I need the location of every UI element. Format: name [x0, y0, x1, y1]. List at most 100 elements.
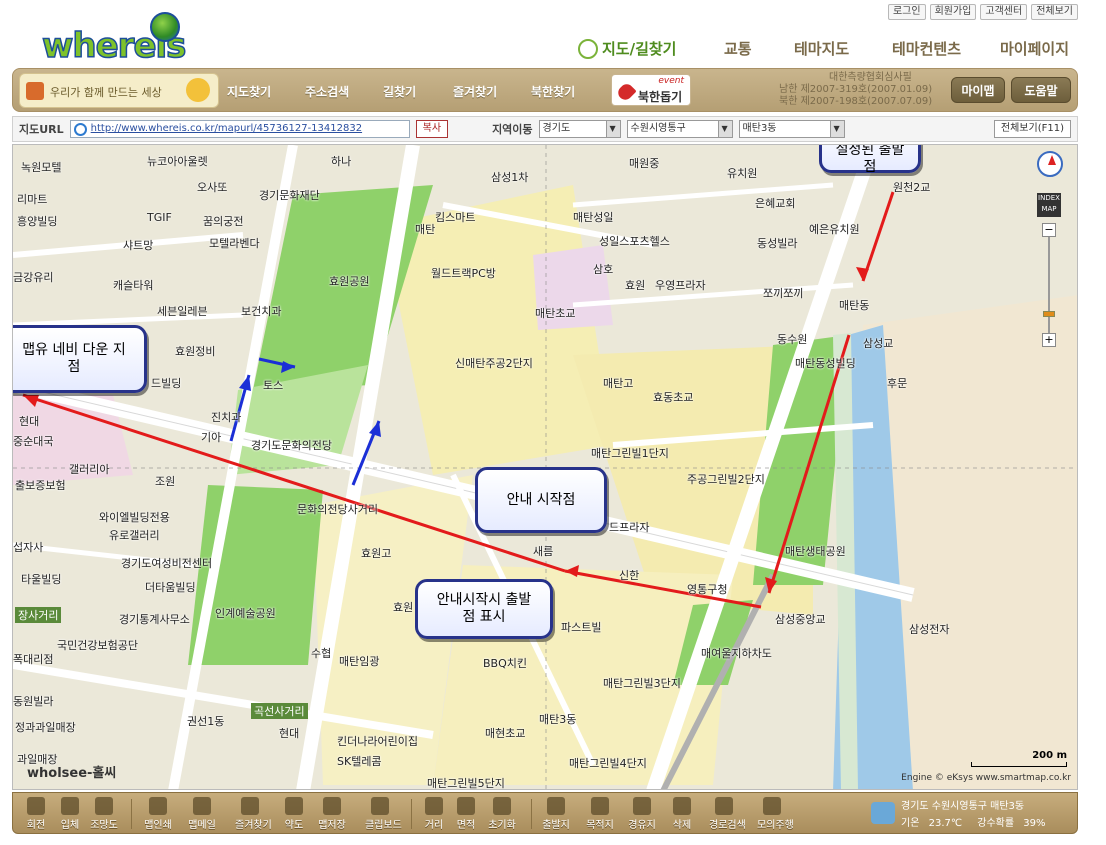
place-label[interactable]: 경기도문화의전당: [251, 437, 332, 453]
place-label[interactable]: 신한: [619, 567, 639, 583]
place-label[interactable]: 유로갤러리: [109, 527, 160, 543]
index-map-button[interactable]: INDEX MAP: [1037, 193, 1061, 217]
place-label[interactable]: 조원: [155, 473, 175, 489]
zoom-in-button[interactable]: −: [1042, 223, 1056, 237]
place-label[interactable]: 쪼끼쪼끼: [763, 285, 803, 301]
place-label[interactable]: 기아: [201, 429, 221, 445]
area-tool[interactable]: 면적: [451, 797, 481, 831]
place-label[interactable]: 삼성전자: [909, 621, 949, 637]
place-label[interactable]: 효동초교: [653, 389, 693, 405]
print-map-tool[interactable]: 맵인쇄: [143, 797, 173, 831]
clipboard-tool[interactable]: 클립보드: [365, 797, 402, 831]
nav-mypage[interactable]: 마이페이지: [1000, 38, 1080, 59]
whereis-logo[interactable]: whereis: [41, 12, 202, 67]
3d-tool[interactable]: 입체: [55, 797, 85, 831]
place-label[interactable]: 킨더나라어린이집: [337, 733, 418, 749]
place-label[interactable]: 새름: [533, 543, 553, 559]
place-label[interactable]: 갤러리아: [69, 461, 109, 477]
place-label[interactable]: BBQ치킨: [483, 655, 527, 671]
place-label[interactable]: 매탄그린빌5단지: [427, 775, 505, 789]
place-label[interactable]: 보건치과: [241, 303, 281, 319]
place-label[interactable]: 매탄3동: [539, 711, 576, 727]
place-label[interactable]: 매탄동: [839, 297, 869, 313]
place-label[interactable]: 파스트빌: [561, 619, 601, 635]
view-all-link[interactable]: 전체보기: [1031, 4, 1078, 20]
menu-address-search[interactable]: 주소검색: [305, 83, 349, 100]
place-label[interactable]: 매탄동성빌딩: [795, 355, 856, 371]
place-label[interactable]: 매탄그린빌4단지: [569, 755, 647, 771]
place-label[interactable]: 동원빌라: [13, 693, 53, 709]
signup-link[interactable]: 회원가입: [929, 4, 977, 20]
place-label[interactable]: 꿈의궁전: [203, 213, 243, 229]
place-label[interactable]: 효원: [625, 277, 645, 293]
place-label[interactable]: 와이엘빌딩전용: [99, 509, 170, 525]
place-label[interactable]: 드프라자: [609, 519, 649, 535]
intersection-label[interactable]: 곡선사거리: [251, 703, 308, 719]
place-label[interactable]: 매탄성일: [573, 209, 613, 225]
place-label[interactable]: 매원중: [629, 155, 659, 171]
place-label[interactable]: 매탄초교: [535, 305, 575, 321]
place-label[interactable]: 경기도여성비전센터: [121, 555, 212, 571]
menu-find-map[interactable]: 지도찾기: [227, 83, 271, 100]
place-label[interactable]: 금강유리: [13, 269, 53, 285]
place-label[interactable]: 토스: [263, 377, 283, 393]
place-label[interactable]: 삼성1차: [491, 169, 528, 185]
help-button[interactable]: 도움말: [1011, 77, 1071, 103]
nav-theme-map[interactable]: 테마지도: [794, 38, 872, 59]
login-link[interactable]: 로그인: [887, 4, 926, 20]
simulate-drive-tool[interactable]: 모의주행: [757, 797, 794, 831]
nav-traffic[interactable]: 교통: [724, 38, 774, 59]
place-label[interactable]: 원천2교: [893, 179, 930, 195]
place-label[interactable]: 흥양빌딩: [17, 213, 57, 229]
place-label[interactable]: 매탄: [415, 221, 435, 237]
place-label[interactable]: 주공그린빌2단지: [687, 471, 765, 487]
place-label[interactable]: 매탄그린빌3단지: [603, 675, 681, 691]
distance-tool[interactable]: 거리: [419, 797, 449, 831]
place-label[interactable]: 매탄임광: [339, 653, 379, 669]
place-label[interactable]: 효원고: [361, 545, 391, 561]
customer-center-link[interactable]: 고객센터: [980, 4, 1028, 20]
bird-view-tool[interactable]: 조망도: [89, 797, 119, 831]
favorites-tool[interactable]: 즐겨찾기: [235, 797, 272, 831]
place-label[interactable]: 동성빌라: [757, 235, 797, 251]
place-label[interactable]: 예은유치원: [809, 221, 860, 237]
place-label[interactable]: 삼호: [593, 261, 613, 277]
place-label[interactable]: 성일스포츠헬스: [599, 233, 670, 249]
menu-favorites[interactable]: 즐겨찾기: [453, 83, 497, 100]
set-origin-tool[interactable]: 출발지: [541, 797, 571, 831]
map-canvas[interactable]: 녹원모텔 뉴코아아울렛 하나 매원중 유치원 원천2교 리마트 오사또 경기문화…: [12, 144, 1078, 790]
place-label[interactable]: SK텔레콤: [337, 753, 382, 769]
place-label[interactable]: 모텔라벤다: [209, 235, 260, 251]
sketch-map-tool[interactable]: 약도: [279, 797, 309, 831]
map-url-field[interactable]: http://www.whereis.co.kr/mapurl/45736127…: [69, 120, 410, 138]
region-dong-select[interactable]: 매탄3동: [738, 120, 845, 138]
reset-tool[interactable]: 초기화: [487, 797, 517, 831]
place-label[interactable]: 우영프라자: [655, 277, 706, 293]
place-label[interactable]: 현대: [279, 725, 299, 741]
place-label[interactable]: 신매탄주공2단지: [455, 355, 533, 371]
delete-tool[interactable]: 삭제: [667, 797, 697, 831]
place-label[interactable]: 뉴코아아울렛: [147, 153, 208, 169]
place-label[interactable]: 효원: [393, 599, 413, 615]
place-label[interactable]: 효원공원: [329, 273, 369, 289]
place-label[interactable]: 효원정비: [175, 343, 215, 359]
place-label[interactable]: 매탄그린빌1단지: [591, 445, 669, 461]
place-label[interactable]: 타울빌딩: [21, 571, 61, 587]
menu-north-korea[interactable]: 북한찾기: [531, 83, 575, 100]
mymap-button[interactable]: 마이맵: [951, 77, 1005, 103]
route-search-tool[interactable]: 경로검색: [709, 797, 746, 831]
place-label[interactable]: 국민건강보험공단: [57, 637, 138, 653]
set-waypoint-tool[interactable]: 경유지: [627, 797, 657, 831]
place-label[interactable]: 킴스마트: [435, 209, 475, 225]
place-label[interactable]: 동수원: [777, 331, 807, 347]
region-province-select[interactable]: 경기도: [538, 120, 621, 138]
place-label[interactable]: 샤트망: [123, 237, 153, 253]
place-label[interactable]: 권선1동: [187, 713, 224, 729]
place-label[interactable]: 드빌딩: [151, 375, 181, 391]
place-label[interactable]: 출보증보험: [15, 477, 66, 493]
region-city-select[interactable]: 수원시영통구: [626, 120, 733, 138]
menu-find-route[interactable]: 길찾기: [383, 83, 416, 100]
zoom-slider-handle[interactable]: [1043, 311, 1055, 317]
fullscreen-button[interactable]: 전체보기(F11): [993, 120, 1071, 138]
place-label[interactable]: 매현초교: [485, 725, 525, 741]
